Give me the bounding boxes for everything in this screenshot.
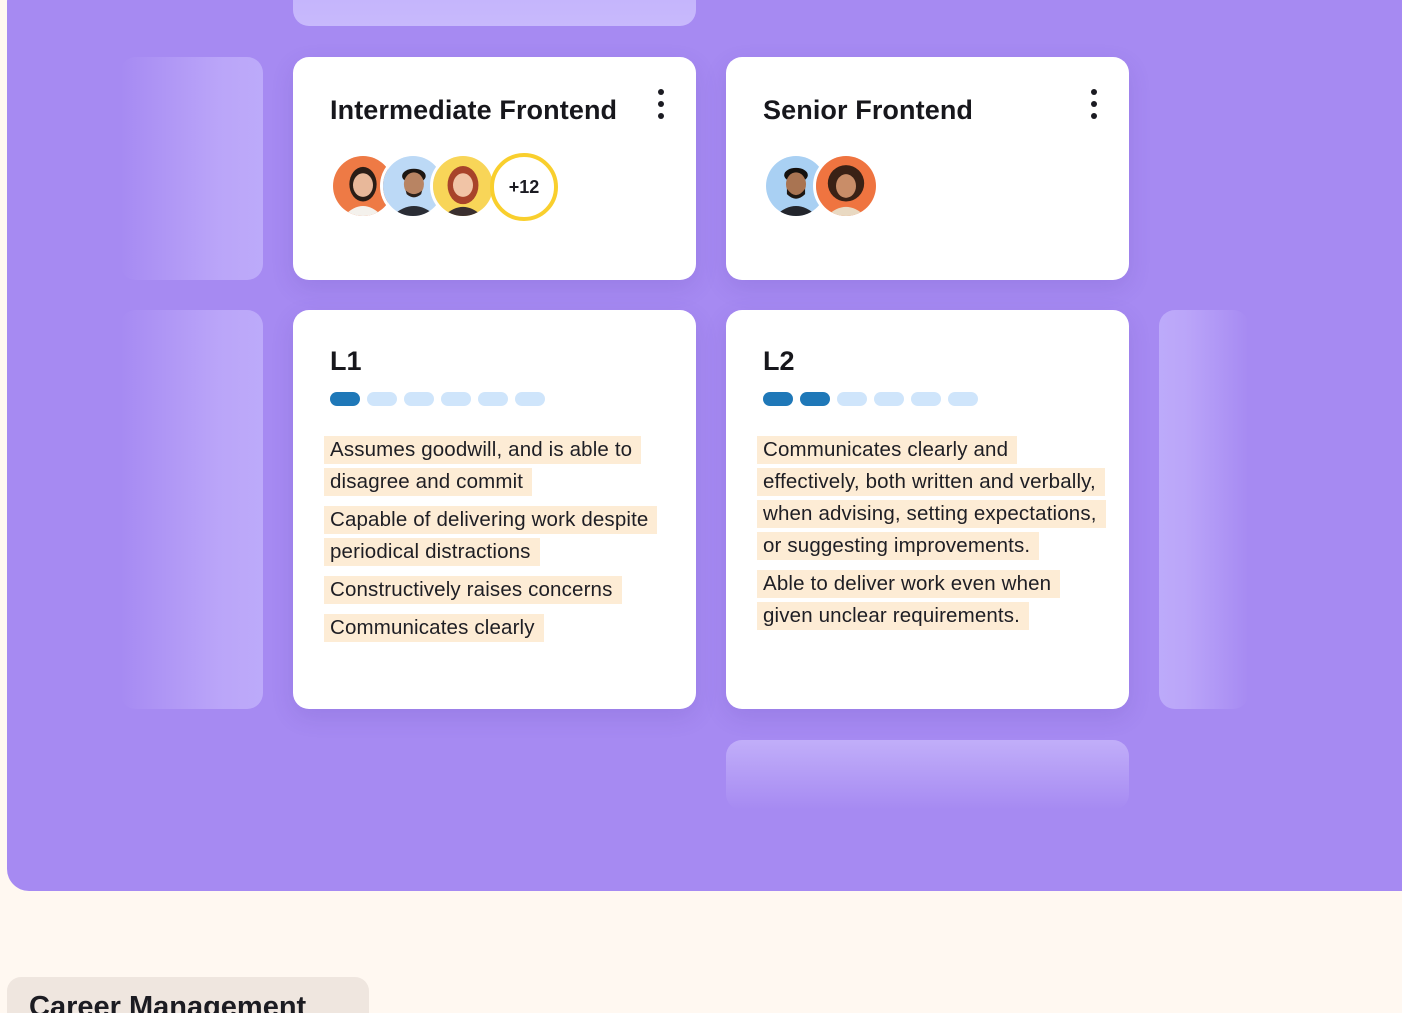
skill-list: Assumes goodwill, and is able to disagre… (324, 434, 669, 650)
level-step-filled (763, 392, 793, 406)
level-progress-indicator (330, 392, 545, 406)
skill-item: Communicates clearly (324, 612, 669, 644)
skill-item: Constructively raises concerns (324, 574, 669, 606)
level-step (874, 392, 904, 406)
skill-item: Communicates clearly and effectively, bo… (757, 434, 1106, 562)
level-title: L1 (330, 346, 362, 376)
level-step (404, 392, 434, 406)
avatar[interactable] (430, 153, 496, 219)
ghost-card-left-bottom (120, 310, 263, 709)
skill-list: Communicates clearly and effectively, bo… (757, 434, 1106, 638)
level-step (441, 392, 471, 406)
more-members-badge[interactable]: +12 (490, 153, 558, 221)
kebab-menu-icon[interactable] (1089, 89, 1099, 119)
ghost-card-bottom (726, 740, 1129, 810)
skill-item: Able to deliver work even when given unc… (757, 568, 1102, 632)
level-step-filled (330, 392, 360, 406)
level-step (911, 392, 941, 406)
level-step-filled (800, 392, 830, 406)
level-title: L2 (763, 346, 795, 376)
role-card-title: Intermediate Frontend (330, 95, 618, 125)
role-card-title: Senior Frontend (763, 95, 973, 125)
level-step (948, 392, 978, 406)
ghost-card-right-bottom (1159, 310, 1249, 709)
level-step (367, 392, 397, 406)
kebab-menu-icon[interactable] (656, 89, 666, 119)
section-tab-career-management[interactable]: Career Management (7, 977, 369, 1013)
level-card-l2[interactable]: L2 Communicates clearly and effectively,… (726, 310, 1129, 709)
career-framework-panel: Intermediate Frontend +12 Senior Fronten… (7, 0, 1402, 891)
avatar[interactable] (813, 153, 879, 219)
level-step (478, 392, 508, 406)
skill-item: Capable of delivering work despite perio… (324, 504, 669, 568)
ghost-card-left-top (120, 57, 263, 280)
level-card-l1[interactable]: L1 Assumes goodwill, and is able to disa… (293, 310, 696, 709)
skill-item: Assumes goodwill, and is able to disagre… (324, 434, 669, 498)
level-progress-indicator (763, 392, 978, 406)
ghost-card-top (293, 0, 696, 26)
role-card-intermediate-frontend[interactable]: Intermediate Frontend +12 (293, 57, 696, 280)
section-tab-label: Career Management (29, 991, 307, 1013)
level-step (837, 392, 867, 406)
role-card-senior-frontend[interactable]: Senior Frontend (726, 57, 1129, 280)
level-step (515, 392, 545, 406)
